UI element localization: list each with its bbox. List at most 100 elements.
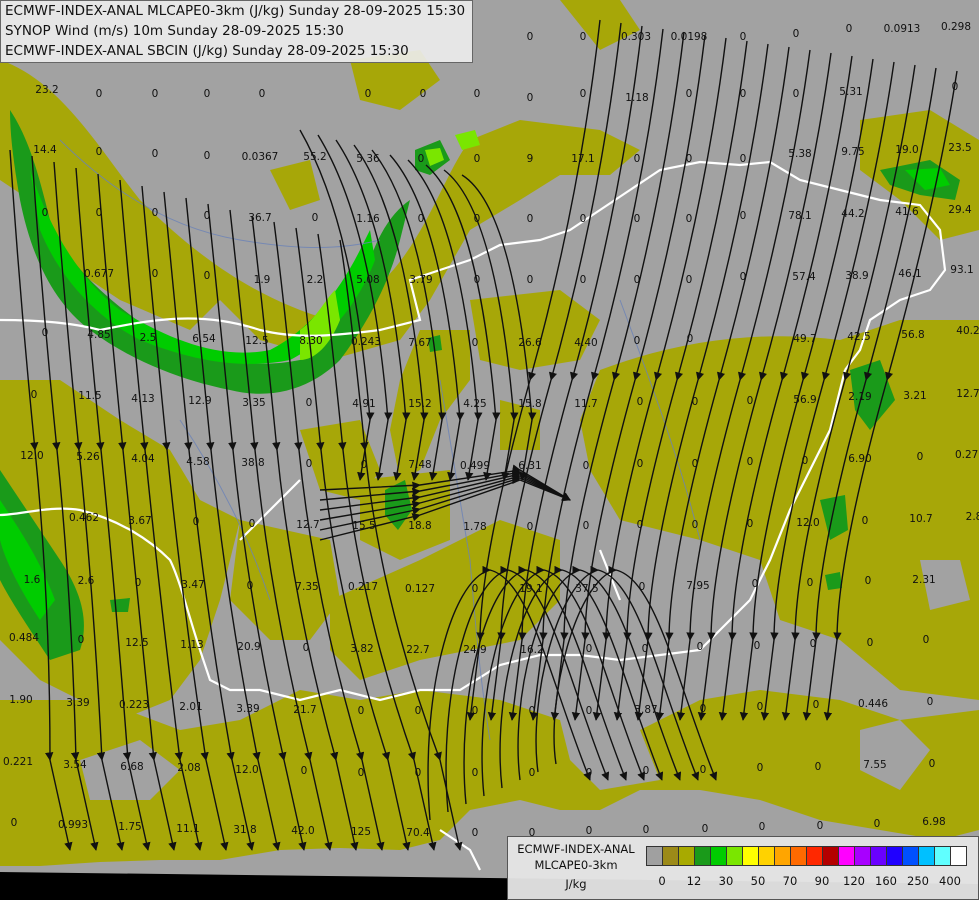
point-value-label: 0.298 xyxy=(941,21,971,33)
legend-swatch xyxy=(694,846,711,866)
point-value-label: 46.1 xyxy=(898,268,921,280)
point-value-label: 0 xyxy=(472,705,479,717)
point-value-label: 0 xyxy=(204,270,211,282)
point-value-label: 0 xyxy=(415,705,422,717)
point-value-label: 6.54 xyxy=(192,333,216,345)
point-value-label: 0 xyxy=(747,395,754,407)
point-value-label: 0 xyxy=(415,767,422,779)
legend-swatch xyxy=(870,846,887,866)
point-value-label: 37.5 xyxy=(575,583,598,595)
point-value-label: 12.5 xyxy=(125,637,148,649)
legend-swatch xyxy=(678,846,695,866)
point-value-label: 0 xyxy=(474,274,481,286)
point-value-label: 0.0198 xyxy=(671,31,708,43)
point-value-label: 0 xyxy=(815,761,822,773)
point-value-label: 0.223 xyxy=(119,699,149,711)
point-value-label: 5.26 xyxy=(76,451,100,463)
point-value-label: 0 xyxy=(865,575,872,587)
point-value-label: 0 xyxy=(643,765,650,777)
point-value-label: 12.7 xyxy=(956,388,979,400)
point-value-label: 12.9 xyxy=(188,395,211,407)
point-value-label: 0 xyxy=(529,705,536,717)
point-value-label: 0.127 xyxy=(405,583,435,595)
point-value-label: 0 xyxy=(527,274,534,286)
point-value-label: 0 xyxy=(586,643,593,655)
point-value-label: 3.87 xyxy=(634,704,657,716)
point-value-label: 0 xyxy=(418,153,425,165)
point-value-label: 0 xyxy=(637,396,644,408)
point-value-label: 0 xyxy=(697,641,704,653)
point-value-label: 38.8 xyxy=(241,457,264,469)
point-value-label: 0 xyxy=(634,335,641,347)
point-value-label: 0 xyxy=(152,207,159,219)
point-value-label: 5.31 xyxy=(839,86,862,98)
title-line-cin: ECMWF-INDEX-ANAL SBCIN (J/kg) Sunday 28-… xyxy=(5,43,409,59)
point-value-label: 0 xyxy=(31,389,38,401)
point-value-label: 0 xyxy=(474,153,481,165)
point-value-label: 0 xyxy=(303,642,310,654)
point-value-label: 23.2 xyxy=(35,84,58,96)
legend-swatch xyxy=(822,846,839,866)
point-value-label: 7.35 xyxy=(295,581,318,593)
point-value-label: 20.9 xyxy=(237,641,260,653)
point-value-label: 12.0 xyxy=(235,764,258,776)
legend-tick-label: 30 xyxy=(718,874,734,888)
point-value-label: 0 xyxy=(78,634,85,646)
point-value-label: 0 xyxy=(580,213,587,225)
point-value-label: 0 xyxy=(420,88,427,100)
point-value-label: 41.6 xyxy=(895,206,919,218)
point-value-label: 0 xyxy=(634,213,641,225)
point-value-label: 0 xyxy=(702,823,709,835)
point-value-label: 0.303 xyxy=(621,31,651,43)
point-value-label: 0 xyxy=(740,210,747,222)
legend-swatch xyxy=(726,846,743,866)
point-value-label: 11.5 xyxy=(78,390,101,402)
point-value-label: 38.9 xyxy=(845,270,868,282)
point-value-label: 0 xyxy=(472,337,479,349)
point-value-label: 0 xyxy=(96,146,103,158)
point-value-label: 10.7 xyxy=(909,513,932,525)
point-value-label: 4.85 xyxy=(87,329,110,341)
point-value-label: 21.7 xyxy=(293,704,316,716)
point-value-label: 15.8 xyxy=(518,398,541,410)
point-value-label: 12.5 xyxy=(245,335,268,347)
point-value-label: 19.0 xyxy=(895,144,918,156)
point-value-label: 2.08 xyxy=(177,762,200,774)
weather-map: 0.303 0.0198 0 0.0913 0.298 0 0 0 0 23.2 0 0 0 0 0 0 0 0 0… xyxy=(0,0,979,900)
point-value-label: 5.08 xyxy=(356,274,379,286)
point-value-label: 0.446 xyxy=(858,698,888,710)
legend-tick-label: 12 xyxy=(686,874,702,888)
point-value-label: 0 xyxy=(747,456,754,468)
point-value-label: 40.2 xyxy=(956,325,979,337)
point-value-label: 57.4 xyxy=(792,271,816,283)
point-value-label: 55.2 xyxy=(303,151,326,163)
legend-swatch xyxy=(902,846,919,866)
point-value-label: 0 xyxy=(740,271,747,283)
point-value-label: 0 xyxy=(580,274,587,286)
point-value-label: 0 xyxy=(862,515,869,527)
point-value-label: 0 xyxy=(740,153,747,165)
legend-swatch xyxy=(710,846,727,866)
point-value-label: 4.58 xyxy=(186,456,209,468)
point-value-label: 0 xyxy=(752,578,759,590)
point-value-label: 3.39 xyxy=(236,703,259,715)
point-value-label: 0 xyxy=(639,581,646,593)
point-value-label: 1.13 xyxy=(180,639,203,651)
point-value-label: 0 xyxy=(365,88,372,100)
point-value-label: 0 xyxy=(757,701,764,713)
point-value-label: 1.6 xyxy=(24,574,41,586)
point-value-label: 0 xyxy=(11,817,18,829)
point-value-label: 11.1 xyxy=(176,823,199,835)
point-value-label: 0 xyxy=(687,333,694,345)
point-value-label: 0 xyxy=(306,458,313,470)
point-value-label: 22.7 xyxy=(406,644,429,656)
legend-swatch xyxy=(774,846,791,866)
point-value-label: 56.8 xyxy=(901,329,924,341)
map-title-box: ECMWF-INDEX-ANAL MLCAPE0-3km (J/kg) Sund… xyxy=(0,0,473,63)
point-value-label: 0 xyxy=(643,824,650,836)
legend-swatch xyxy=(934,846,951,866)
legend-tick-label: 160 xyxy=(875,874,897,888)
legend-swatch xyxy=(646,846,663,866)
point-value-label: 14.4 xyxy=(33,144,57,156)
point-value-label: 0 xyxy=(527,31,534,43)
